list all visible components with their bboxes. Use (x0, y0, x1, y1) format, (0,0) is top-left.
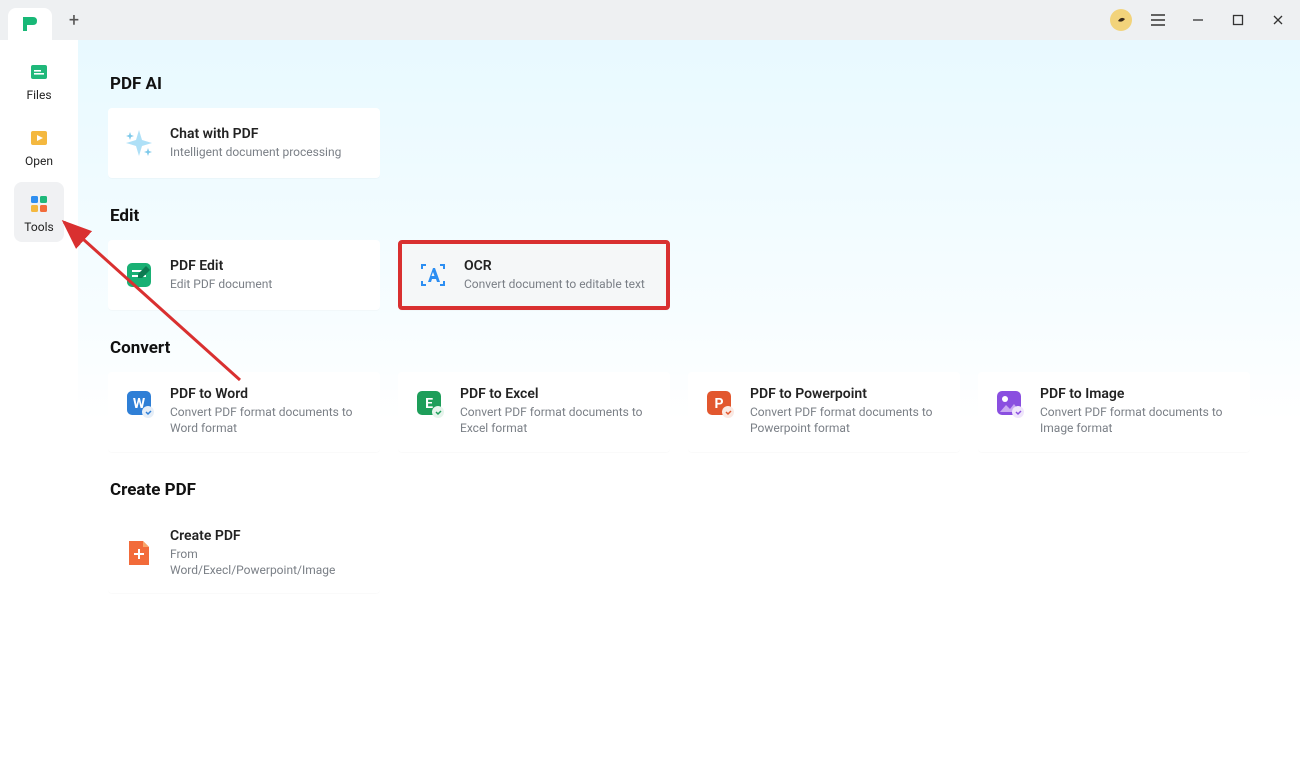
card-text: PDF Edit Edit PDF document (170, 258, 272, 292)
tool-card-pdf-to-image[interactable]: PDF to Image Convert PDF format document… (978, 372, 1250, 452)
word-icon: W (122, 386, 156, 420)
card-text: PDF to Powerpoint Convert PDF format doc… (750, 386, 946, 436)
close-icon (1272, 14, 1284, 26)
sidebar: Files Open Tools (0, 40, 78, 770)
section-title-convert: Convert (110, 338, 1270, 358)
tool-card-ocr[interactable]: OCR Convert document to editable text (398, 240, 670, 310)
files-icon (27, 60, 51, 84)
create-pdf-icon (122, 536, 156, 570)
titlebar-left: + (8, 0, 88, 40)
maximize-icon (1232, 14, 1244, 26)
card-title: PDF to Word (170, 386, 366, 402)
tool-card-pdf-to-word[interactable]: W PDF to Word Convert PDF format documen… (108, 372, 380, 452)
titlebar-right (1110, 6, 1292, 34)
card-title: PDF to Image (1040, 386, 1236, 402)
section-title-pdf-ai: PDF AI (110, 74, 1270, 94)
powerpoint-icon: P (702, 386, 736, 420)
plus-icon: + (69, 10, 79, 31)
maximize-button[interactable] (1224, 6, 1252, 34)
titlebar: + (0, 0, 1300, 40)
image-icon (992, 386, 1026, 420)
user-avatar[interactable] (1110, 9, 1132, 31)
open-icon (27, 126, 51, 150)
new-tab-button[interactable]: + (60, 6, 88, 34)
card-row-edit: PDF Edit Edit PDF document OCR Convert d… (108, 240, 1270, 310)
card-text: Chat with PDF Intelligent document proce… (170, 126, 341, 160)
tool-card-pdf-to-powerpoint[interactable]: P PDF to Powerpoint Convert PDF format d… (688, 372, 960, 452)
card-desc: Convert document to editable text (464, 276, 645, 292)
minimize-button[interactable] (1184, 6, 1212, 34)
card-text: PDF to Image Convert PDF format document… (1040, 386, 1236, 436)
pdf-edit-icon (122, 258, 156, 292)
section-title-create-pdf: Create PDF (110, 480, 1270, 500)
tools-icon (27, 192, 51, 216)
svg-text:E: E (425, 396, 433, 412)
hamburger-menu-button[interactable] (1144, 6, 1172, 34)
card-row-pdf-ai: Chat with PDF Intelligent document proce… (108, 108, 1270, 178)
card-title: PDF to Powerpoint (750, 386, 946, 402)
card-desc: Intelligent document processing (170, 144, 341, 160)
card-title: PDF Edit (170, 258, 272, 274)
sidebar-item-files[interactable]: Files (14, 50, 64, 110)
card-title: PDF to Excel (460, 386, 656, 402)
card-text: PDF to Excel Convert PDF format document… (460, 386, 656, 436)
card-row-convert: W PDF to Word Convert PDF format documen… (108, 372, 1270, 452)
tool-card-chat-with-pdf[interactable]: Chat with PDF Intelligent document proce… (108, 108, 380, 178)
close-button[interactable] (1264, 6, 1292, 34)
card-row-create: Create PDF From Word/Execl/Powerpoint/Im… (108, 514, 1270, 592)
sidebar-item-label: Open (25, 154, 53, 168)
minimize-icon (1191, 13, 1205, 27)
card-title: OCR (464, 258, 645, 274)
bird-icon (1114, 13, 1128, 27)
app-logo-icon (20, 14, 40, 34)
main-content: PDF AI Chat with PDF Intelligent documen… (78, 40, 1300, 770)
tool-card-create-pdf[interactable]: Create PDF From Word/Execl/Powerpoint/Im… (108, 514, 380, 592)
section-title-edit: Edit (110, 206, 1270, 226)
tool-card-pdf-to-excel[interactable]: E PDF to Excel Convert PDF format docume… (398, 372, 670, 452)
card-title: Create PDF (170, 528, 366, 544)
sparkle-icon (122, 126, 156, 160)
card-text: OCR Convert document to editable text (464, 258, 645, 292)
tool-card-pdf-edit[interactable]: PDF Edit Edit PDF document (108, 240, 380, 310)
card-desc: From Word/Execl/Powerpoint/Image (170, 546, 366, 578)
card-desc: Edit PDF document (170, 276, 272, 292)
sidebar-item-tools[interactable]: Tools (14, 182, 64, 242)
ocr-icon (416, 258, 450, 292)
card-text: Create PDF From Word/Execl/Powerpoint/Im… (170, 528, 366, 578)
card-desc: Convert PDF format documents to Image fo… (1040, 404, 1236, 436)
hamburger-icon (1150, 13, 1166, 27)
card-title: Chat with PDF (170, 126, 341, 142)
sidebar-item-label: Files (26, 88, 51, 102)
app-tab-home[interactable] (8, 8, 52, 40)
card-desc: Convert PDF format documents to Powerpoi… (750, 404, 946, 436)
sidebar-item-open[interactable]: Open (14, 116, 64, 176)
sidebar-item-label: Tools (24, 220, 53, 234)
svg-text:P: P (714, 396, 723, 412)
card-text: PDF to Word Convert PDF format documents… (170, 386, 366, 436)
body-wrap: Files Open Tools PDF AI Chat with PDF (0, 40, 1300, 770)
excel-icon: E (412, 386, 446, 420)
card-desc: Convert PDF format documents to Word for… (170, 404, 366, 436)
card-desc: Convert PDF format documents to Excel fo… (460, 404, 656, 436)
